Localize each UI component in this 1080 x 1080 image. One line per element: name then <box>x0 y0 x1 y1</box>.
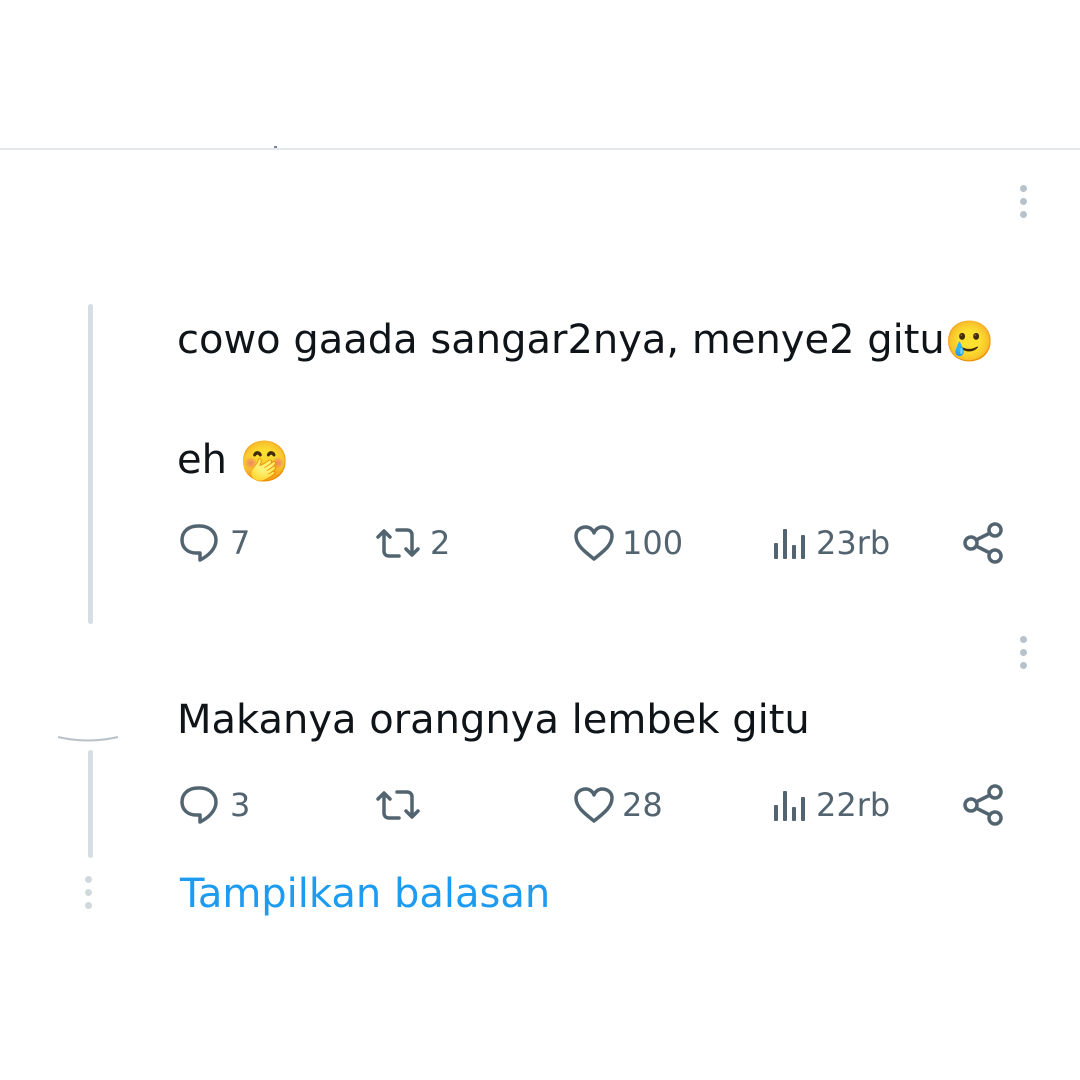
bar-chart-icon <box>774 529 805 559</box>
heart-icon <box>574 787 614 823</box>
share-button[interactable] <box>962 780 1006 830</box>
views-button[interactable]: 23rb <box>770 518 890 568</box>
top-divider <box>0 148 1080 150</box>
divider-tick <box>274 146 277 148</box>
reply-button[interactable]: 7 <box>178 518 250 568</box>
repost-arrows-icon <box>376 528 420 558</box>
repost-button[interactable]: 2 <box>372 518 450 568</box>
tweet-text-line: eh <box>177 437 240 483</box>
share-nodes-icon <box>963 784 1003 826</box>
tweet-text-line: Makanya orangnya lembek gitu <box>177 697 810 743</box>
tweet-text: Makanya orangnya lembek gitu <box>177 692 810 748</box>
share-nodes-icon <box>963 522 1003 564</box>
like-count: 100 <box>622 524 684 562</box>
more-options-icon[interactable] <box>1018 636 1028 669</box>
thread-gap-dots-icon <box>85 876 92 909</box>
reply-count: 7 <box>230 524 251 562</box>
views-button[interactable]: 22rb <box>770 780 890 830</box>
tweet-action-bar: 3 28 22rb <box>178 780 1008 830</box>
tweet-action-bar: 7 2 100 23rb <box>178 518 1008 568</box>
thread-line <box>88 750 93 858</box>
speech-bubble-icon <box>180 786 218 824</box>
repost-count: 2 <box>430 524 451 562</box>
avatar[interactable] <box>56 734 120 742</box>
views-count: 22rb <box>816 786 891 824</box>
show-replies-link[interactable]: Tampilkan balasan <box>180 866 550 922</box>
hand-over-mouth-emoji: 🤭 <box>239 439 290 485</box>
heart-icon <box>574 525 614 561</box>
tweet-text-second-line: eh 🤭 <box>177 432 290 490</box>
repost-arrows-icon <box>376 790 420 820</box>
thread-line <box>88 304 93 624</box>
like-button[interactable]: 28 <box>572 780 663 830</box>
bar-chart-icon <box>774 791 805 821</box>
speech-bubble-icon <box>180 524 218 562</box>
like-button[interactable]: 100 <box>572 518 683 568</box>
repost-button[interactable] <box>372 780 430 830</box>
share-button[interactable] <box>962 518 1006 568</box>
more-options-icon[interactable] <box>1018 185 1028 218</box>
views-count: 23rb <box>816 524 891 562</box>
reply-button[interactable]: 3 <box>178 780 250 830</box>
like-count: 28 <box>622 786 663 824</box>
tweet-text-line: cowo gaada sangar2nya, menye2 gitu <box>177 317 945 363</box>
tweet-text: cowo gaada sangar2nya, menye2 gitu🥲 <box>177 312 995 370</box>
smiling-tear-emoji: 🥲 <box>944 319 995 365</box>
reply-count: 3 <box>230 786 251 824</box>
